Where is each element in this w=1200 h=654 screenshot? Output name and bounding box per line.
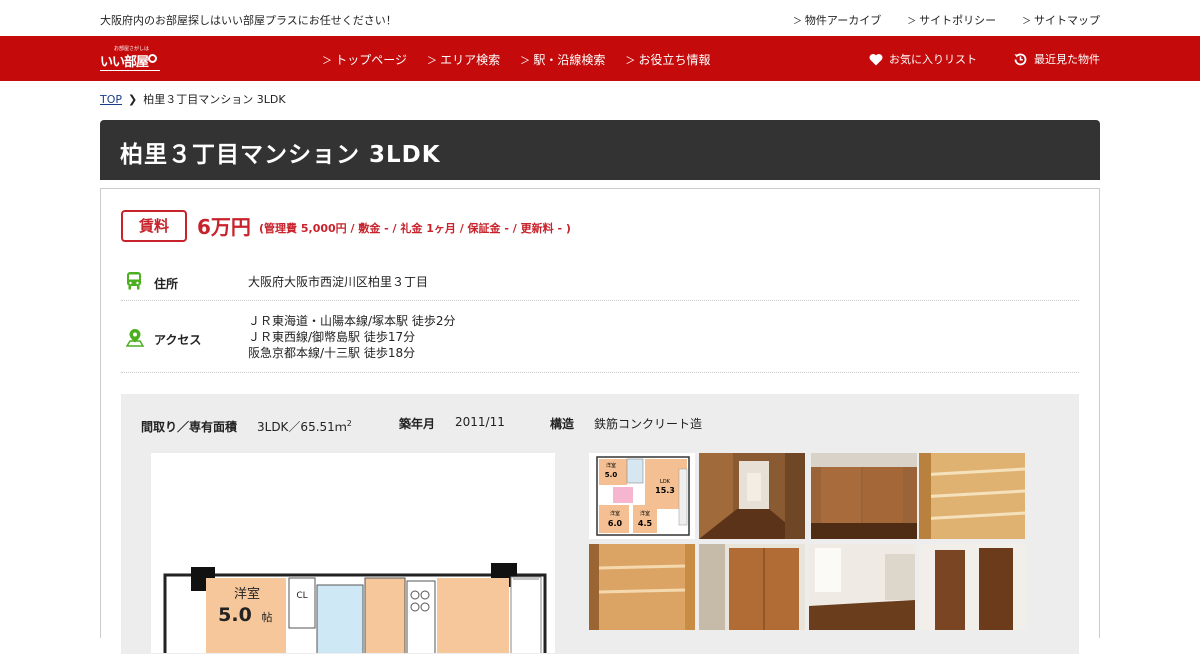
svg-text:帖: 帖 bbox=[262, 611, 273, 624]
thumb-photo-room[interactable] bbox=[809, 544, 915, 630]
thumb-photo-shelf[interactable] bbox=[919, 453, 1025, 539]
bus-icon bbox=[126, 272, 142, 293]
svg-text:5.0: 5.0 bbox=[605, 471, 618, 479]
link-property-archive[interactable]: 物件アーカイブ bbox=[793, 12, 881, 28]
link-site-policy[interactable]: サイトポリシー bbox=[907, 12, 996, 28]
logo-pin-mark bbox=[148, 54, 157, 63]
thumb-floorplan[interactable]: 洋室 5.0 LDK 15.3 洋室 6.0 洋室 4.5 bbox=[589, 453, 695, 539]
breadcrumb: TOP ❯ 柏里３丁目マンション 3LDK bbox=[100, 91, 286, 107]
favorites-link[interactable]: お気に入りリスト bbox=[869, 51, 977, 67]
site-tagline: 大阪府内のお部屋探しはいい部屋プラスにお任せください！ bbox=[100, 14, 397, 27]
global-header: お部屋さがしは いい部屋 トップページ エリア検索 駅・沿線検索 お役立ち情報 … bbox=[0, 36, 1200, 81]
access-list: ＪＲ東海道・山陽本線/塚本駅 徒歩2分 ＪＲ東西線/御幣島駅 徒歩17分 阪急京… bbox=[248, 313, 456, 361]
thumb-photo-door[interactable] bbox=[919, 544, 1025, 630]
header-actions: お気に入りリスト 最近見た物件 bbox=[869, 51, 1100, 67]
breadcrumb-current: 柏里３丁目マンション 3LDK bbox=[143, 93, 286, 106]
thumb-photo-hallway[interactable] bbox=[699, 453, 805, 539]
svg-text:洋室: 洋室 bbox=[640, 510, 650, 517]
map-pin-icon bbox=[125, 328, 145, 350]
site-logo[interactable]: お部屋さがしは いい部屋 bbox=[100, 45, 160, 71]
history-clock-icon bbox=[1013, 52, 1028, 67]
access-label: アクセス bbox=[154, 333, 202, 347]
rent-badge: 賃料 bbox=[121, 210, 187, 242]
nav-area-search[interactable]: エリア検索 bbox=[427, 51, 500, 68]
svg-text:洋室: 洋室 bbox=[606, 462, 616, 469]
built-value: 2011/11 bbox=[455, 415, 505, 429]
svg-text:LDK: LDK bbox=[660, 479, 671, 485]
address-value: 大阪府大阪市西淀川区柏里３丁目 bbox=[248, 275, 429, 289]
page-title: 柏里３丁目マンション 3LDK bbox=[120, 142, 441, 168]
structure-label: 構造 bbox=[550, 417, 575, 431]
heart-icon bbox=[869, 53, 883, 66]
thumb-photo-entrance[interactable] bbox=[699, 544, 805, 630]
svg-text:洋室: 洋室 bbox=[234, 586, 260, 602]
access-row: アクセス ＪＲ東海道・山陽本線/塚本駅 徒歩2分 ＪＲ東西線/御幣島駅 徒歩17… bbox=[121, 301, 1079, 373]
svg-text:15.3: 15.3 bbox=[655, 486, 675, 495]
global-nav: トップページ エリア検索 駅・沿線検索 お役立ち情報 bbox=[322, 51, 711, 68]
property-title-bar: 柏里３丁目マンション 3LDK bbox=[100, 120, 1100, 180]
top-links: 物件アーカイブ サイトポリシー サイトマップ bbox=[793, 12, 1100, 28]
built-label: 築年月 bbox=[399, 417, 436, 431]
access-line: ＪＲ東海道・山陽本線/塚本駅 徒歩2分 bbox=[248, 314, 456, 328]
rent-fees-note: (管理費 5,000円 / 敷金 - / 礼金 1ヶ月 / 保証金 - / 更新… bbox=[259, 222, 571, 235]
svg-text:5.0: 5.0 bbox=[218, 604, 252, 626]
spec-section: 間取り／専有面積 3LDK／65.51ｍ2 築年月 2011/11 構造 鉄筋コ… bbox=[121, 394, 1079, 654]
structure-value: 鉄筋コンクリート造 bbox=[594, 417, 703, 431]
thumb-photo-closet[interactable] bbox=[589, 544, 695, 630]
layout-value: 3LDK／65.51ｍ2 bbox=[257, 419, 352, 434]
link-sitemap[interactable]: サイトマップ bbox=[1022, 12, 1100, 28]
nav-useful-info[interactable]: お役立ち情報 bbox=[625, 51, 711, 68]
breadcrumb-separator: ❯ bbox=[128, 92, 138, 106]
access-line: ＪＲ東西線/御幣島駅 徒歩17分 bbox=[248, 330, 416, 344]
property-detail-panel: 賃料 6万円 (管理費 5,000円 / 敷金 - / 礼金 1ヶ月 / 保証金… bbox=[100, 188, 1100, 654]
address-label: 住所 bbox=[154, 277, 179, 291]
svg-text:CL: CL bbox=[296, 591, 307, 601]
breadcrumb-home[interactable]: TOP bbox=[100, 93, 122, 106]
rent-price: 6万円 bbox=[197, 215, 251, 239]
nav-top-page[interactable]: トップページ bbox=[322, 51, 407, 68]
floorplan-image[interactable]: 洋室 5.0 帖 CL bbox=[151, 453, 555, 653]
layout-label: 間取り／専有面積 bbox=[141, 420, 238, 434]
svg-text:洋室: 洋室 bbox=[610, 510, 620, 517]
recently-viewed-link[interactable]: 最近見た物件 bbox=[1013, 51, 1100, 67]
svg-text:4.5: 4.5 bbox=[638, 519, 653, 528]
top-bar: 大阪府内のお部屋探しはいい部屋プラスにお任せください！ 物件アーカイブ サイトポ… bbox=[0, 0, 1200, 36]
access-line: 阪急京都本線/十三駅 徒歩18分 bbox=[248, 346, 416, 360]
address-row: 住所 大阪府大阪市西淀川区柏里３丁目 bbox=[121, 259, 1079, 301]
nav-station-search[interactable]: 駅・沿線検索 bbox=[520, 51, 605, 68]
thumb-photo-storage[interactable] bbox=[811, 453, 917, 539]
svg-text:6.0: 6.0 bbox=[608, 519, 623, 528]
